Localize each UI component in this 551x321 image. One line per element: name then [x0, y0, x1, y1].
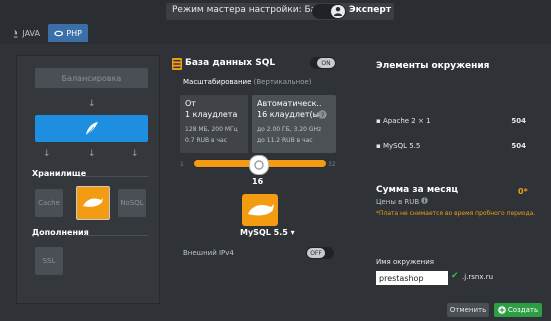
slider-min-mark: 1 — [180, 161, 184, 168]
dynamic-count: 16 клаудлет(ы) — [257, 110, 323, 119]
reserved-title: От — [185, 99, 196, 108]
tab-php[interactable]: PHP — [48, 24, 88, 42]
dynamic-price-value: 11.2 RUB в час — [266, 137, 313, 144]
dynamic-price: до 11.2 RUB в час — [257, 137, 313, 144]
user-icon — [334, 7, 342, 16]
node-count: 16 — [252, 177, 264, 186]
environment-name-label: Имя окружения — [376, 258, 434, 266]
toggle-knob: OFF — [307, 248, 325, 258]
mysql-dolphin-icon — [248, 204, 274, 216]
environment-element-row: ▪ Apache 2 × 1 504 — [376, 117, 526, 125]
environment-element-label: ▪ Apache 2 × 1 — [376, 117, 431, 125]
environment-element-row: ▪ MySQL 5.5 504 — [376, 142, 526, 150]
node-version-label: MySQL 5.5 — [240, 228, 288, 237]
create-label: Создать — [507, 306, 539, 314]
reserved-spec: 128 МБ, 200 МГц — [185, 126, 238, 133]
slider-max-mark: 32 — [328, 161, 336, 168]
tab-php-label: PHP — [66, 28, 82, 38]
app-server-button[interactable] — [35, 115, 148, 142]
trial-note: *Плата не снимается во время пробного пе… — [376, 210, 536, 217]
monthly-sum-title: Сумма за месяц — [376, 185, 459, 195]
balancer-label: Балансировка — [61, 73, 122, 83]
dynamic-title: Автоматическ.. — [257, 99, 322, 108]
divider — [78, 176, 148, 177]
divider — [84, 235, 148, 236]
currency-note: Цены в RUB — [376, 197, 429, 206]
tab-java[interactable]: JAVA — [6, 24, 46, 42]
create-button[interactable]: Создать — [494, 303, 542, 317]
java-icon — [13, 29, 18, 38]
database-title: База данных SQL — [185, 58, 276, 68]
monthly-sum-value: 0* — [518, 187, 528, 196]
balancer-button[interactable]: Балансировка — [35, 68, 148, 88]
mysql-storage-button[interactable] — [76, 186, 110, 220]
environment-domain: .j.rsnx.ru — [462, 273, 494, 281]
cache-label: Cache — [38, 199, 60, 207]
dynamic-spec-value: 2.00 ГБ, 3.20 GHz — [266, 126, 322, 133]
cache-button[interactable]: Cache — [35, 189, 63, 217]
help-icon[interactable]: ? — [318, 110, 327, 119]
feather-icon — [85, 122, 98, 137]
dynamic-spec-prefix: до — [257, 126, 265, 133]
dynamic-price-prefix: до — [257, 137, 265, 144]
dynamic-spec: до 2.00 ГБ, 3.20 GHz — [257, 126, 321, 133]
arrow-down-icon: ↓ — [43, 149, 51, 159]
svg-text:?: ? — [321, 111, 324, 119]
check-icon: ✔ — [451, 271, 459, 281]
environment-name-input[interactable] — [376, 271, 448, 285]
php-icon — [54, 30, 64, 36]
dynamic-cloudlets-box: Автоматическ.. 16 клаудлет(ы) ? до 2.00 … — [252, 95, 336, 153]
reserved-cloudlets-box: От 1 клаудлета 128 МБ, 200 МГц 0.7 RUB в… — [180, 95, 248, 153]
mysql-dolphin-icon — [83, 198, 103, 207]
cloudlet-slider-handle[interactable] — [248, 155, 269, 175]
cancel-button[interactable]: Отменить — [447, 303, 489, 317]
nosql-label: NoSQL — [120, 199, 144, 207]
environment-elements-title: Элементы окружения — [376, 61, 490, 71]
ssl-button[interactable]: SSL — [35, 247, 63, 275]
arrow-down-icon: ↓ — [131, 149, 139, 159]
nosql-button[interactable]: NoSQL — [118, 189, 146, 217]
info-icon[interactable] — [421, 197, 429, 204]
database-icon — [172, 58, 182, 70]
database-toggle[interactable]: ON — [310, 57, 336, 69]
reserved-price: 0.7 RUB в час — [185, 137, 227, 144]
tab-java-label: JAVA — [22, 28, 40, 38]
expert-mode-label[interactable]: Эксперт — [349, 5, 391, 15]
environment-element-price: 504 — [511, 117, 526, 125]
ipv4-toggle[interactable]: OFF — [306, 247, 334, 259]
addons-title: Дополнения — [32, 228, 89, 237]
environment-element-price: 504 — [511, 142, 526, 150]
arrow-down-icon: ↓ — [88, 149, 96, 159]
mysql-node-tile[interactable] — [242, 194, 278, 226]
gear-icon — [254, 160, 264, 170]
arrow-down-icon: ↓ — [88, 99, 96, 109]
scaling-title: Масштабирование — [183, 78, 252, 86]
environment-element-label: ▪ MySQL 5.5 — [376, 142, 421, 150]
scaling-label: Масштабирование (Вертикальное) — [183, 78, 312, 86]
caret-down-icon: ▾ — [290, 228, 295, 237]
wizard-mode-toggle[interactable] — [312, 4, 346, 19]
cancel-label: Отменить — [449, 306, 487, 314]
toggle-knob: ON — [317, 58, 335, 68]
ipv4-label: Внешний IPv4 — [183, 249, 234, 257]
scaling-type: (Вертикальное) — [253, 78, 312, 86]
ssl-label: SSL — [42, 257, 56, 265]
reserved-count: 1 клаудлета — [185, 110, 238, 119]
plus-circle-icon — [498, 306, 506, 314]
node-version-select[interactable]: MySQL 5.5 ▾ — [240, 228, 295, 237]
currency-label: Цены в RUB — [376, 198, 420, 206]
